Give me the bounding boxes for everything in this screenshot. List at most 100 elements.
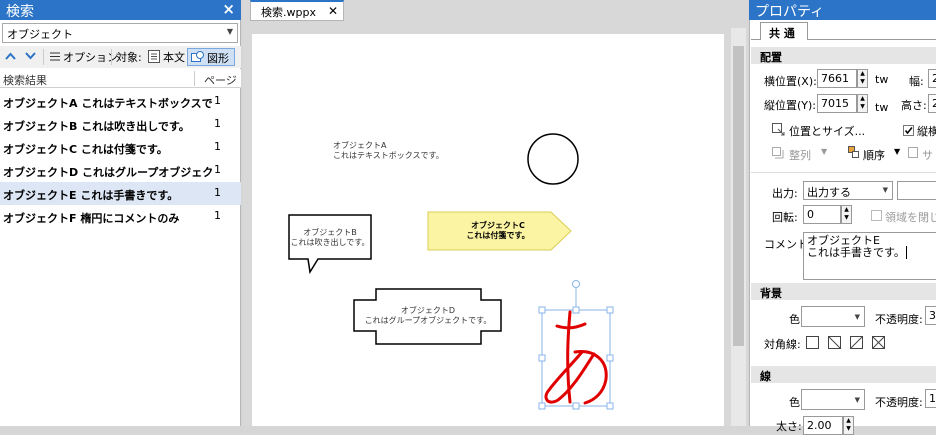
- section-placement[interactable]: 配置: [751, 47, 936, 64]
- object-a-text[interactable]: オブジェクトA これはテキストボックスです。: [333, 141, 444, 161]
- search-input[interactable]: オブジェクト ▼: [2, 23, 238, 43]
- output-select[interactable]: 出力する ▼: [803, 181, 893, 200]
- close-icon[interactable]: ×: [222, 0, 235, 18]
- target-shape-toggle[interactable]: 図形: [187, 48, 235, 66]
- ellipse-shape[interactable]: [527, 133, 579, 185]
- comment-line2: これは手書きです。: [807, 246, 936, 259]
- scrollbar-thumb[interactable]: [733, 46, 744, 346]
- text-cursor: [905, 246, 907, 259]
- target-text-toggle[interactable]: 本文: [163, 49, 185, 65]
- target-label: 対象:: [116, 51, 142, 64]
- comment-textarea[interactable]: オブジェクトE これは手書きです。: [803, 232, 936, 280]
- result-row[interactable]: オブジェクトF 楕円にコメントのみ 1: [0, 205, 241, 228]
- x-position-label: 横位置(X):: [764, 75, 817, 88]
- rotate-input[interactable]: 0: [803, 205, 841, 224]
- chevron-down-icon: ▼: [882, 186, 888, 194]
- close-area-checkbox[interactable]: [871, 210, 882, 221]
- result-text: オブジェクトD これはグループオブジェク: [3, 166, 214, 179]
- order-dropdown-icon[interactable]: ▼: [894, 147, 900, 156]
- results-header: 検索結果 ページ: [0, 69, 241, 88]
- rotate-spinner[interactable]: ▲ ▼: [841, 205, 852, 224]
- document-tab[interactable]: 検索.wppx ✕: [250, 0, 344, 21]
- chevron-down-icon[interactable]: [25, 52, 36, 60]
- x-unit: tw: [875, 73, 889, 86]
- resize-handle[interactable]: [606, 354, 614, 362]
- output-extra-field[interactable]: [897, 181, 936, 200]
- result-page: 1: [214, 94, 221, 107]
- result-row-selected[interactable]: オブジェクトE これは手書きです。 1: [0, 182, 241, 205]
- check-icon: [904, 127, 913, 135]
- result-row[interactable]: オブジェクトC これは付箋です。 1: [0, 136, 241, 159]
- close-area-label: 領域を閉じる: [885, 211, 936, 224]
- resize-handle[interactable]: [606, 402, 614, 410]
- vertical-scrollbar[interactable]: [731, 28, 746, 426]
- chevron-down-icon: ▼: [854, 396, 860, 404]
- section-line[interactable]: 線: [751, 366, 936, 383]
- height-input[interactable]: 2: [928, 94, 936, 113]
- align-button[interactable]: 整列: [789, 147, 811, 163]
- result-text: オブジェクトA これはテキストボックスで: [3, 97, 213, 110]
- width-input[interactable]: 2: [928, 69, 936, 88]
- result-row[interactable]: オブジェクトB これは吹き出しです。 1: [0, 113, 241, 136]
- chevron-down-icon: ▼: [854, 313, 860, 321]
- handwriting-stroke[interactable]: [544, 310, 608, 405]
- diagonal-none-icon[interactable]: [806, 336, 819, 349]
- bg-opacity-input[interactable]: 3: [925, 306, 936, 325]
- result-row[interactable]: オブジェクトA これはテキストボックスで 1: [0, 90, 241, 113]
- col-separator: [194, 71, 195, 86]
- resize-handle[interactable]: [606, 306, 614, 314]
- document-tab-label: 検索.wppx: [261, 6, 316, 19]
- section-background[interactable]: 背景: [751, 283, 936, 300]
- result-row[interactable]: オブジェクトD これはグループオブジェク 1: [0, 159, 241, 182]
- chevron-down-icon[interactable]: ▼: [227, 27, 233, 36]
- result-text: オブジェクトE これは手書きです。: [3, 189, 179, 202]
- rotate-label: 回転:: [772, 211, 798, 224]
- search-pane-title: 検索 ×: [0, 0, 241, 20]
- x-position-spinner[interactable]: ▲ ▼: [857, 69, 868, 88]
- size-button[interactable]: サ: [922, 147, 933, 163]
- resize-handle[interactable]: [538, 354, 546, 362]
- resize-handle[interactable]: [538, 306, 546, 314]
- output-label: 出力:: [772, 187, 798, 200]
- position-size-icon: [772, 123, 785, 136]
- resize-handle[interactable]: [572, 306, 580, 314]
- bg-color-picker[interactable]: ▼: [801, 306, 865, 327]
- align-icon: [772, 147, 784, 159]
- result-page: 1: [214, 117, 221, 130]
- search-toolbar: オプション 対象: 本文 図形: [0, 46, 241, 68]
- order-button[interactable]: 順序: [863, 147, 885, 163]
- object-d-line2: これはグループオブジェクトです。: [364, 316, 492, 325]
- object-a-line2: これはテキストボックスです。: [333, 151, 444, 160]
- line-opacity-input[interactable]: 1: [925, 389, 936, 408]
- rotate-handle[interactable]: [572, 280, 580, 288]
- y-position-input[interactable]: 7015: [817, 94, 857, 113]
- object-b-line2: これは吹き出しです。: [290, 238, 370, 247]
- y-position-spinner[interactable]: ▲ ▼: [857, 94, 868, 113]
- resize-handle[interactable]: [572, 402, 580, 410]
- position-size-button[interactable]: 位置とサイズ...: [789, 123, 865, 139]
- object-b-line1: オブジェクトB: [303, 228, 357, 237]
- diagonal-cross-icon[interactable]: [872, 336, 885, 349]
- options-button[interactable]: オプション: [63, 49, 118, 65]
- col-results: 検索結果: [3, 74, 47, 87]
- search-query: オブジェクト: [7, 28, 73, 41]
- x-position-input[interactable]: 7661: [817, 69, 857, 88]
- close-icon[interactable]: ✕: [328, 4, 338, 18]
- height-label: 高さ:: [901, 99, 927, 112]
- aspect-lock-checkbox[interactable]: [903, 125, 914, 136]
- result-text: オブジェクトC これは付箋です。: [3, 143, 168, 156]
- aspect-lock-label: 縦横: [917, 125, 936, 138]
- diagonal-slash-icon[interactable]: [850, 336, 863, 349]
- diagonal-backslash-icon[interactable]: [828, 336, 841, 349]
- result-page: 1: [214, 140, 221, 153]
- result-page: 1: [214, 186, 221, 199]
- resize-handle[interactable]: [538, 402, 546, 410]
- align-dropdown-icon[interactable]: ▼: [821, 147, 827, 156]
- object-c-line1: オブジェクトC: [471, 221, 525, 230]
- divider: [751, 172, 936, 173]
- chevron-up-icon[interactable]: [5, 52, 16, 60]
- diagonal-options: [806, 336, 885, 349]
- line-color-picker[interactable]: ▼: [801, 389, 865, 410]
- y-unit: tw: [875, 101, 889, 114]
- tab-common[interactable]: 共 通: [760, 22, 808, 40]
